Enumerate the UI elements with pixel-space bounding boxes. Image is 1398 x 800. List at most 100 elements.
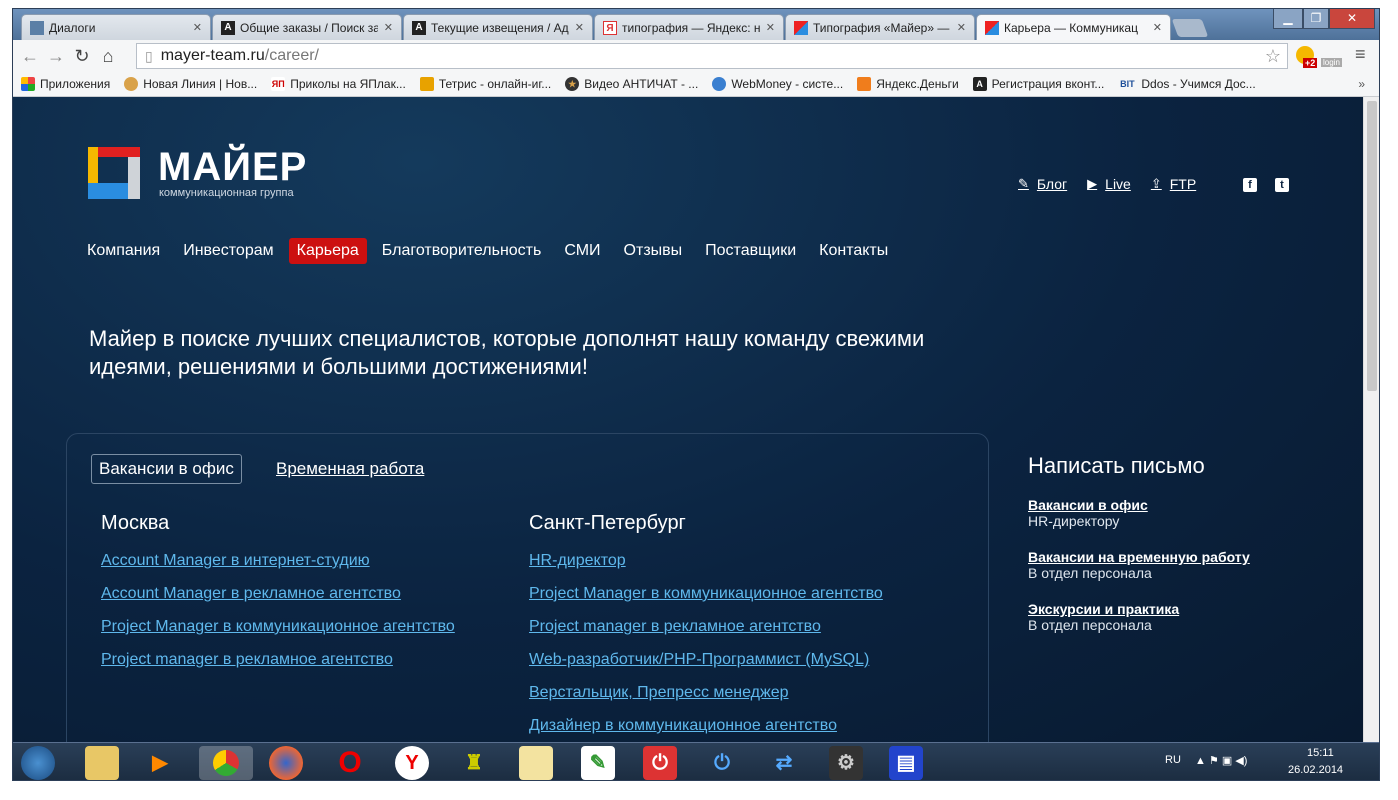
explorer-icon[interactable] [85,746,119,780]
job-link[interactable]: Project manager в рекламное агентство [101,651,455,684]
save-icon[interactable]: ▤ [889,746,923,780]
brand-name: МАЙЕР [158,145,308,189]
more-bookmarks-button[interactable]: » [1358,77,1365,91]
tab-yandex[interactable]: Ятипография — Яндекс: на ✕ [594,14,784,40]
nav-reviews[interactable]: Отзывы [616,238,691,264]
bookmark-item[interactable]: Новая Линия | Нов... [124,77,257,91]
site-icon [124,77,139,91]
nav-contacts[interactable]: Контакты [811,238,896,264]
contact-link[interactable]: Вакансии в офис [1028,497,1250,513]
tab-dialogs[interactable]: Диалоги ✕ [21,14,211,40]
maximize-button[interactable]: ❐ [1303,9,1329,29]
contact-link[interactable]: Вакансии на временную работу [1028,549,1250,565]
nav-media[interactable]: СМИ [556,238,608,264]
bookmark-apps[interactable]: Приложения [21,77,110,91]
yandex-browser-icon[interactable]: Y [395,746,429,780]
bookmark-star-icon[interactable]: ☆ [1265,46,1281,67]
chrome-icon[interactable] [199,746,253,780]
login-extension-icon[interactable]: login [1321,58,1342,67]
a-icon: A [221,20,235,35]
mayer-icon [794,20,808,35]
live-link[interactable]: ▶ Live [1087,176,1131,192]
nav-company[interactable]: Компания [79,238,168,264]
tab-typography[interactable]: Типография «Майер» — ✕ [785,14,975,40]
moscow-jobs: Account Manager в интернет-студию Accoun… [101,552,455,684]
menu-icon[interactable]: ≡ [1355,44,1366,65]
bookmark-item[interactable]: ЯП Приколы на ЯПлак... [271,77,406,91]
job-link[interactable]: Верстальщик, Препресс менеджер [529,684,883,717]
close-tab-icon[interactable]: ✕ [957,21,966,34]
a-icon: A [412,20,426,35]
power-app-icon[interactable]: ⏻ [643,746,677,780]
scrollbar[interactable] [1363,97,1379,742]
clock-time[interactable]: 15:11 [1307,747,1334,759]
tab-office-vacancies[interactable]: Вакансии в офис [91,454,242,484]
bookmark-item[interactable]: Тетрис - онлайн-иг... [419,77,551,91]
new-tab-button[interactable] [1171,19,1209,37]
home-button[interactable]: ⌂ [95,46,121,67]
bookmark-item[interactable]: WebMoney - систе... [712,77,843,91]
nav-charity[interactable]: Благотворительность [374,238,550,264]
tab-strip: Диалоги ✕ A Общие заказы / Поиск за ✕ A Теку… [13,9,1379,40]
close-tab-icon[interactable]: ✕ [193,21,202,34]
bookmark-item[interactable]: ★ Видео АНТИЧАТ - ... [565,77,698,91]
show-hidden-icons[interactable]: ▲ ⚑ ▣ ◀) [1195,754,1247,767]
bit-icon: BIT [1120,79,1135,89]
address-bar[interactable]: ▯ mayer-team.ru/career/ ☆ [136,43,1288,69]
contact-sidebar: Написать письмо Вакансии в офис HR-директ… [1028,453,1250,633]
social-links: f t [1243,178,1289,192]
tab-temporary-work[interactable]: Временная работа [276,459,424,479]
clock-date[interactable]: 26.02.2014 [1288,764,1343,776]
close-window-button[interactable]: ✕ [1329,9,1375,29]
bookmark-item[interactable]: Яндекс.Деньги [857,77,959,91]
close-tab-icon[interactable]: ✕ [1153,21,1162,34]
nav-career[interactable]: Карьера [288,238,367,264]
power-off-icon[interactable]: ⏻ [705,746,739,780]
tab-career[interactable]: Карьера — Коммуникац ✕ [976,14,1171,40]
close-tab-icon[interactable]: ✕ [575,21,584,34]
close-tab-icon[interactable]: ✕ [384,21,393,34]
mayer-logo [88,147,140,199]
bookmark-item[interactable]: BIT Ddos - Учимся Дос... [1118,77,1256,91]
yandex-icon: Я [603,20,617,35]
language-indicator[interactable]: RU [1165,754,1181,766]
sync-icon[interactable]: ⇄ [767,746,801,780]
steam-icon[interactable]: ⚙ [829,746,863,780]
job-link[interactable]: Дизайнер в коммуникационное агентство [529,717,883,742]
app-icon[interactable] [519,746,553,780]
tab-notices[interactable]: A Текущие извещения / Ад ✕ [403,14,593,40]
job-link[interactable]: Account Manager в рекламное агентство [101,585,455,618]
firefox-icon[interactable] [269,746,303,780]
upload-icon: ⇪ [1150,176,1162,191]
job-link[interactable]: HR-директор [529,552,883,585]
contact-link[interactable]: Экскурсии и практика [1028,601,1250,617]
a-icon: A [972,77,987,91]
facebook-icon[interactable]: f [1243,178,1257,192]
nav-suppliers[interactable]: Поставщики [697,238,804,264]
start-button[interactable] [21,746,55,780]
nav-investors[interactable]: Инвесторам [175,238,281,264]
tab-orders[interactable]: A Общие заказы / Поиск за ✕ [212,14,402,40]
job-link[interactable]: Project Manager в коммуникационное агент… [529,585,883,618]
ftp-link[interactable]: ⇪ FTP [1151,176,1196,192]
webmoney-icon [712,77,727,91]
minimize-button[interactable]: ▁ [1273,9,1303,29]
opera-icon[interactable]: O [333,746,367,780]
close-tab-icon[interactable]: ✕ [766,21,775,34]
job-link[interactable]: Account Manager в интернет-студию [101,552,455,585]
app-icon[interactable]: ♜ [457,746,491,780]
tetris-icon [419,77,434,91]
reload-button[interactable]: ↻ [69,46,95,67]
job-link[interactable]: Project Manager в коммуникационное агент… [101,618,455,651]
back-button[interactable]: ← [17,46,43,67]
intro-heading: Майер в поиске лучших специалистов, кото… [89,326,925,379]
bookmark-item[interactable]: A Регистрация вконт... [972,77,1104,91]
forward-button[interactable]: → [43,46,69,67]
job-link[interactable]: Project manager в рекламное агентство [529,618,883,651]
scrollbar-thumb[interactable] [1367,101,1377,391]
media-player-icon[interactable]: ▶ [143,746,177,780]
notepad-icon[interactable]: ✎ [581,746,615,780]
twitter-icon[interactable]: t [1275,178,1289,192]
blog-link[interactable]: ✎ Блог [1018,176,1067,192]
job-link[interactable]: Web-разработчик/PHP-Программист (MySQL) [529,651,883,684]
